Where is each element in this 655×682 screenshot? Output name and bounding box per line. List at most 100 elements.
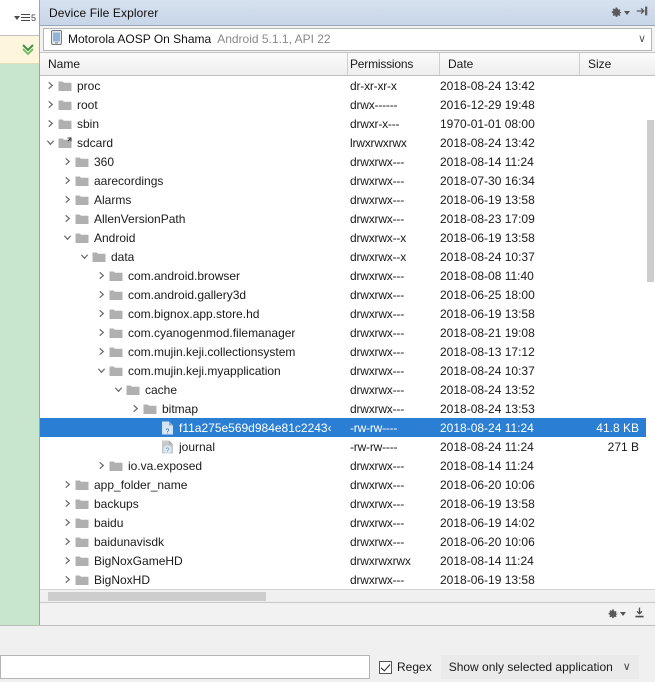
column-header-permissions[interactable]: Permissions [348, 53, 440, 75]
chevron-right-icon[interactable] [44, 100, 57, 109]
folder-icon [74, 212, 90, 226]
column-header-name[interactable]: Name [40, 53, 348, 75]
table-row[interactable]: com.android.browser drwxrwx--- 2018-08-08 … [40, 266, 655, 285]
file-name: io.va.exposed [128, 458, 203, 473]
application-filter-select[interactable]: Show only selected application ∨ [440, 655, 639, 679]
vertical-scrollbar-thumb[interactable] [647, 120, 654, 282]
table-row[interactable]: com.android.gallery3d drwxrwx--- 2018-06-2… [40, 285, 655, 304]
chevron-right-icon[interactable] [61, 157, 74, 166]
chevron-right-icon[interactable] [61, 518, 74, 527]
cell-name: com.android.browser [40, 269, 348, 283]
file-tree-body[interactable]: proc dr-xr-xr-x 2018-08-24 13:42 root drwx--… [40, 76, 655, 589]
hide-tool-window-icon [636, 6, 648, 16]
column-header-size[interactable]: Size [580, 53, 645, 75]
structure-breadcrumb[interactable]: 5 [13, 13, 36, 23]
chevron-right-icon[interactable] [61, 575, 74, 584]
gutter-coverage-strip [0, 64, 39, 625]
table-row[interactable]: com.cyanogenmod.filemanager drwxrwx--- 201… [40, 323, 655, 342]
cell-name: com.bignox.app.store.hd [40, 307, 348, 321]
file-name: com.android.browser [128, 268, 241, 283]
table-row[interactable]: bitmap drwxrwx--- 2018-08-24 13:53 [40, 399, 655, 418]
table-row[interactable]: ? f11a275e569d984e81c2243‹ -rw-rw---- 2018-… [40, 418, 655, 437]
folder-icon [74, 573, 90, 587]
phone-icon [51, 30, 62, 48]
chevron-right-icon[interactable] [95, 347, 108, 356]
chevron-right-icon[interactable] [95, 328, 108, 337]
cell-date: 2018-06-20 10:06 [440, 477, 535, 492]
horizontal-scrollbar-thumb[interactable] [48, 592, 266, 601]
folder-icon [74, 554, 90, 568]
chevron-right-icon[interactable] [61, 480, 74, 489]
vertical-scrollbar[interactable] [646, 76, 655, 589]
chevron-right-icon[interactable] [95, 461, 108, 470]
table-row[interactable]: com.mujin.keji.myapplication drwxrwx--- 20… [40, 361, 655, 380]
file-name: Android [94, 230, 136, 245]
table-row[interactable]: backups drwxrwx--- 2018-06-19 13:58 [40, 494, 655, 513]
chevron-down-icon[interactable] [112, 385, 125, 394]
folder-icon [74, 497, 90, 511]
cell-date: 2016-12-29 19:48 [440, 97, 535, 112]
cell-name: baidunavisdk [40, 535, 348, 549]
table-row[interactable]: sbin drwxr-x--- 1970-01-01 08:00 [40, 114, 655, 133]
chevron-right-icon[interactable] [95, 290, 108, 299]
cell-size: 271 B [607, 439, 639, 454]
chevron-down-icon: ∨ [637, 32, 646, 45]
file-name: baidunavisdk [94, 534, 165, 549]
download-button[interactable] [633, 606, 646, 622]
footer-settings-button[interactable] [606, 608, 626, 621]
device-file-explorer-window: 5 Device File Explorer Motorola AOSP On … [0, 0, 655, 682]
table-row[interactable]: aarecordings drwxrwx--- 2018-07-30 16:34 [40, 171, 655, 190]
horizontal-scrollbar[interactable] [40, 589, 655, 602]
cell-name: app_folder_name [40, 478, 348, 492]
table-row[interactable]: root drwx------ 2016-12-29 19:48 [40, 95, 655, 114]
file-name: journal [179, 439, 216, 454]
chevron-right-icon[interactable] [44, 119, 57, 128]
chevron-down-icon[interactable] [78, 252, 91, 261]
file-name: com.mujin.keji.myapplication [128, 363, 281, 378]
file-unknown-icon: ? [159, 421, 175, 435]
cell-date: 2018-08-24 13:52 [440, 382, 535, 397]
chevron-right-icon[interactable] [61, 195, 74, 204]
table-row[interactable]: Android drwxrwx--x 2018-06-19 13:58 [40, 228, 655, 247]
chevron-right-icon[interactable] [61, 537, 74, 546]
table-row[interactable]: baidunavisdk drwxrwx--- 2018-06-20 10:06 [40, 532, 655, 551]
table-row[interactable]: cache drwxrwx--- 2018-08-24 13:52 [40, 380, 655, 399]
table-row[interactable]: proc dr-xr-xr-x 2018-08-24 13:42 [40, 76, 655, 95]
chevron-right-icon[interactable] [61, 556, 74, 565]
inspection-status-strip[interactable] [0, 36, 39, 64]
search-input[interactable] [0, 655, 370, 679]
device-combobox[interactable]: Motorola AOSP On Shama Android 5.1.1, AP… [43, 27, 652, 51]
table-row[interactable]: io.va.exposed drwxrwx--- 2018-08-14 11:24 [40, 456, 655, 475]
table-row[interactable]: data drwxrwx--x 2018-08-24 10:37 [40, 247, 655, 266]
table-row[interactable]: app_folder_name drwxrwx--- 2018-06-20 10:0… [40, 475, 655, 494]
column-header-date[interactable]: Date [440, 53, 580, 75]
chevron-right-icon[interactable] [95, 309, 108, 318]
table-row[interactable]: com.bignox.app.store.hd drwxrwx--- 2018-06… [40, 304, 655, 323]
table-row[interactable]: 360 drwxrwx--- 2018-08-14 11:24 [40, 152, 655, 171]
folder-icon [74, 231, 90, 245]
chevron-right-icon[interactable] [61, 499, 74, 508]
settings-button[interactable] [609, 6, 630, 20]
table-row[interactable]: com.mujin.keji.collectionsystem drwxrwx--… [40, 342, 655, 361]
table-row[interactable]: BigNoxHD drwxrwx--- 2018-06-19 13:58 [40, 570, 655, 589]
chevron-right-icon[interactable] [61, 176, 74, 185]
table-row[interactable]: sdcard lrwxrwxrwx 2018-08-24 13:42 [40, 133, 655, 152]
chevron-down-icon[interactable] [44, 138, 57, 147]
cell-name: Alarms [40, 193, 348, 207]
cell-date: 2018-08-24 13:53 [440, 401, 535, 416]
table-row[interactable]: Alarms drwxrwx--- 2018-06-19 13:58 [40, 190, 655, 209]
chevron-right-icon[interactable] [95, 271, 108, 280]
chevron-down-icon[interactable] [61, 233, 74, 242]
regex-checkbox[interactable] [379, 660, 392, 674]
tool-window-title: Device File Explorer [49, 5, 159, 20]
table-row[interactable]: BigNoxGameHD drwxrwxrwx 2018-08-14 11:24 [40, 551, 655, 570]
chevron-right-icon[interactable] [129, 404, 142, 413]
chevron-right-icon[interactable] [44, 81, 57, 90]
table-row[interactable]: ? journal -rw-rw---- 2018-08-24 11:24 271 B [40, 437, 655, 456]
regex-checkbox-wrapper[interactable]: Regex [379, 660, 432, 674]
hide-tool-window-button[interactable] [635, 4, 649, 21]
chevron-down-icon[interactable] [95, 366, 108, 375]
chevron-right-icon[interactable] [61, 214, 74, 223]
table-row[interactable]: baidu drwxrwx--- 2018-06-19 14:02 [40, 513, 655, 532]
table-row[interactable]: AllenVersionPath drwxrwx--- 2018-08-23 17:… [40, 209, 655, 228]
